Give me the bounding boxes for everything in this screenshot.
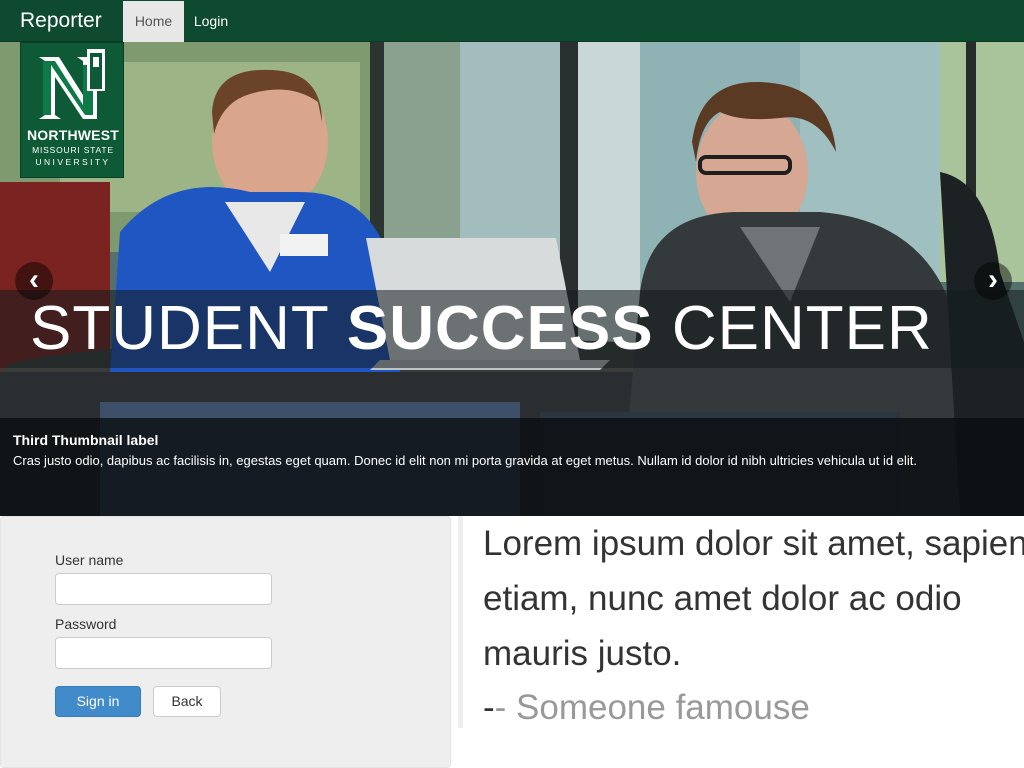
password-label: Password	[55, 616, 117, 632]
navbar-brand[interactable]: Reporter	[20, 9, 102, 33]
chevron-right-icon[interactable]: ›	[974, 262, 1012, 300]
caption-text: Cras justo odio, dapibus ac facilisis in…	[13, 453, 917, 468]
password-input[interactable]	[55, 637, 272, 669]
banner-word-3: CENTER	[671, 294, 933, 363]
back-button[interactable]: Back	[153, 686, 221, 717]
quote-text: Lorem ipsum dolor sit amet, sapien etiam…	[483, 524, 1024, 673]
banner-word-1: STUDENT	[30, 294, 329, 363]
quote-dash: -	[483, 688, 495, 727]
login-panel: User name Password Sign in Back	[0, 516, 451, 768]
quote-attribution: - Someone famouse	[494, 688, 810, 727]
chevron-left-icon[interactable]: ‹	[15, 262, 53, 300]
logo-wordmark: NORTHWEST	[26, 127, 119, 143]
logo-subtitle-2: UNIVERSITY	[35, 157, 111, 167]
caption-title: Third Thumbnail label	[13, 432, 159, 448]
nav-item-login[interactable]: Login	[184, 1, 238, 42]
username-label: User name	[55, 552, 124, 568]
banner-title: STUDENT SUCCESS CENTER	[30, 296, 1010, 362]
navbar: Reporter Home Login	[0, 0, 1024, 42]
carousel-caption: Third Thumbnail label Cras justo odio, d…	[0, 418, 1024, 516]
sign-in-button[interactable]: Sign in	[55, 686, 141, 717]
nav-item-home[interactable]: Home	[123, 1, 184, 42]
banner-word-2: SUCCESS	[346, 294, 654, 363]
quote-footer: -- Someone famouse	[483, 680, 810, 735]
username-input[interactable]	[55, 573, 272, 605]
northwest-logo-mark	[39, 49, 105, 119]
carousel: NORTHWEST MISSOURI STATE UNIVERSITY STUD…	[0, 42, 1024, 516]
university-logo: NORTHWEST MISSOURI STATE UNIVERSITY	[20, 42, 124, 178]
logo-subtitle-1: MISSOURI STATE	[32, 145, 114, 155]
blockquote: Lorem ipsum dolor sit amet, sapien etiam…	[458, 516, 1024, 728]
